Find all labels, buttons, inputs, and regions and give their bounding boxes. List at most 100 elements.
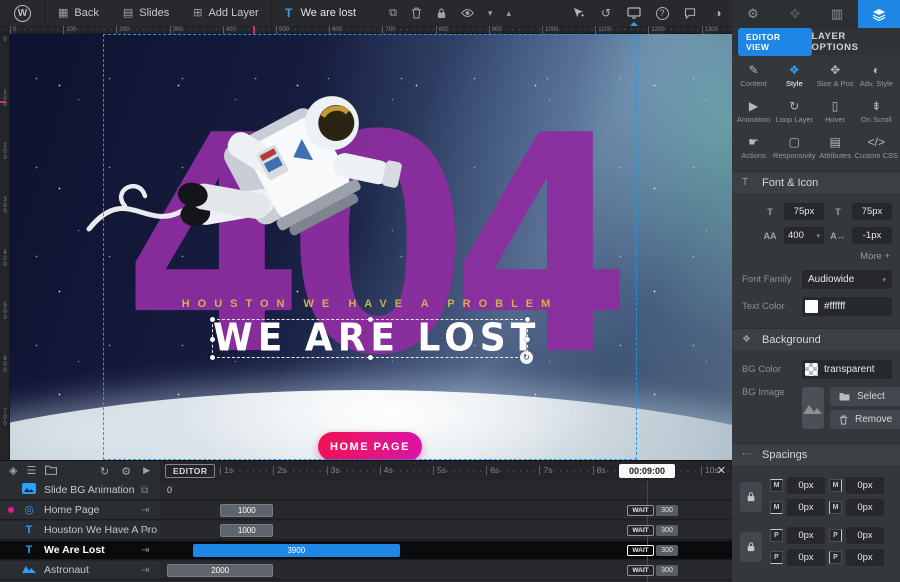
contrast-button[interactable]: ◑ — [704, 0, 732, 26]
bg-image-remove-button[interactable]: Remove — [830, 410, 900, 429]
spacings-section-header[interactable]: ⋯ Spacings — [732, 443, 900, 465]
duration-bar[interactable]: 2000 — [167, 564, 273, 577]
tab-style[interactable]: ❖Style — [773, 61, 816, 91]
timeline-close-icon[interactable]: ✕ — [717, 464, 726, 477]
help-button[interactable]: ? — [648, 0, 676, 26]
timeline-list-icon[interactable]: ☰ — [26, 466, 36, 477]
wait-value[interactable]: 300 — [656, 545, 678, 556]
timeline-ruler[interactable]: EDITOR 00:09:00 10s ✕ 1s2s3s4s5s6s7s8s — [160, 461, 732, 481]
wait-badge[interactable]: WAIT — [627, 565, 654, 576]
timeline-layer-row-houston-we-have-a-pro[interactable]: THouston We Have A Pro⇥1000WAIT300 — [0, 521, 732, 540]
timeline-folder-icon[interactable] — [45, 465, 57, 478]
tab-animation[interactable]: ▶Animation — [734, 97, 773, 127]
vertical-ruler[interactable]: 01 0 02 0 03 0 04 0 05 0 06 0 07 0 0 — [0, 34, 10, 460]
padding-right-input[interactable] — [846, 527, 884, 544]
rotate-handle[interactable]: ↻ — [520, 351, 533, 364]
move-up-button[interactable]: ▴ — [506, 8, 511, 19]
margin-right-input[interactable] — [846, 477, 884, 494]
bg-color-field[interactable]: transparent — [802, 360, 892, 379]
tab-custom-css[interactable]: </>Custom CSS — [855, 133, 898, 163]
font-icon-section-header[interactable]: T Font & Icon — [732, 171, 900, 193]
padding-left-input[interactable] — [846, 549, 884, 566]
resize-handle-nw[interactable] — [210, 317, 215, 322]
more-link[interactable]: More + — [742, 251, 890, 262]
feedback-button[interactable] — [676, 0, 704, 26]
jump-to-end-icon[interactable]: ⇥ — [141, 525, 149, 536]
tab-attributes[interactable]: ▤Attributes — [816, 133, 855, 163]
timeline-layer-row-home-page[interactable]: ◎Home Page⇥1000WAIT300 — [0, 501, 732, 520]
jump-to-end-icon[interactable]: ⇥ — [141, 565, 149, 576]
back-button[interactable]: ▦ Back — [46, 0, 111, 26]
timeline-time-display[interactable]: 00:09:00 — [619, 464, 675, 478]
horizontal-ruler[interactable]: 0100200300400500600700800900100011001200… — [0, 26, 732, 34]
timeline-play-button[interactable]: ▶ — [143, 465, 150, 478]
timeline-editor-button[interactable]: EDITOR — [165, 464, 215, 478]
padding-lock-button[interactable] — [740, 532, 762, 562]
letter-spacing-input[interactable] — [852, 227, 892, 244]
lock-layer-button[interactable] — [436, 7, 447, 19]
select-tool-button[interactable] — [564, 0, 592, 26]
tab-hover[interactable]: ▯Hover — [816, 97, 855, 127]
panel-layout-button[interactable]: ▥ — [816, 0, 858, 28]
duration-bar[interactable]: 1000 — [220, 504, 273, 517]
timeline-loop-icon[interactable]: ↻ — [100, 465, 109, 478]
duration-bar[interactable]: 3900 — [193, 544, 400, 557]
font-weight-select[interactable]: 400 ▾ — [784, 227, 824, 244]
resize-handle-sw[interactable] — [210, 355, 215, 360]
wait-value[interactable]: 300 — [656, 565, 678, 576]
undo-button[interactable]: ↺ — [592, 0, 620, 26]
tab-adv-style[interactable]: ◐Adv. Style — [855, 61, 898, 91]
padding-top-input[interactable] — [787, 527, 825, 544]
tab-size-pos[interactable]: ✥Size & Pos — [816, 61, 855, 91]
resize-handle-s[interactable] — [368, 355, 373, 360]
device-preview-button[interactable] — [620, 0, 648, 26]
wait-badge[interactable]: WAIT — [627, 545, 654, 556]
margin-lock-button[interactable] — [740, 482, 762, 512]
timeline-settings-icon[interactable]: ⚙ — [121, 465, 131, 478]
tab-on-scroll[interactable]: ⇟On Scroll — [855, 97, 898, 127]
font-family-select[interactable]: Audiowide ▾ — [802, 270, 892, 289]
editor-view-button[interactable]: EDITOR VIEW — [738, 28, 812, 56]
move-panel-button[interactable]: ✥ — [774, 0, 816, 28]
tab-actions[interactable]: ☛Actions — [734, 133, 773, 163]
tab-content[interactable]: ✎Content — [734, 61, 773, 91]
tab-responsivity[interactable]: ▢Responsivity — [773, 133, 816, 163]
wait-value[interactable]: 300 — [656, 505, 678, 516]
margin-bottom-input[interactable] — [787, 499, 825, 516]
margin-left-input[interactable] — [846, 499, 884, 516]
add-layer-button[interactable]: ⊞ Add Layer — [181, 0, 270, 26]
timeline-layer-row-slide-bg-animation[interactable]: Slide BG Animation⧉0 — [0, 481, 732, 500]
home-page-button-layer[interactable]: HOME PAGE — [318, 432, 422, 460]
jump-to-end-icon[interactable]: ⇥ — [141, 545, 149, 556]
delete-layer-button[interactable] — [411, 7, 422, 19]
resize-handle-n[interactable] — [368, 317, 373, 322]
houston-text-layer[interactable]: HOUSTON WE HAVE A PROBLEM — [103, 298, 637, 310]
resize-handle-ne[interactable] — [525, 317, 530, 322]
layer-selection-box[interactable]: WE ARE LOST ↻ — [212, 319, 528, 358]
font-size-input[interactable] — [784, 203, 824, 220]
slide-settings-button[interactable]: ⚙ — [732, 0, 774, 28]
wait-value[interactable]: 300 — [656, 525, 678, 536]
slide-canvas[interactable]: 404 HOUSTON WE — [0, 34, 732, 460]
bg-image-select-button[interactable]: Select — [830, 387, 900, 406]
timeline-layer-row-astronaut[interactable]: Astronaut⇥2000WAIT300 — [0, 561, 732, 580]
bg-image-thumbnail[interactable] — [802, 387, 824, 429]
we-are-lost-text-layer[interactable]: WE ARE LOST — [213, 317, 527, 360]
margin-top-input[interactable] — [787, 477, 825, 494]
astronaut-layer[interactable] — [85, 34, 435, 334]
duration-bar[interactable]: 1000 — [220, 524, 273, 537]
timeline-layers-icon[interactable]: ◈ — [9, 466, 17, 477]
duplicate-layer-button[interactable]: ⧉ — [389, 7, 397, 20]
resize-handle-w[interactable] — [210, 337, 215, 342]
text-color-field[interactable]: #ffffff — [802, 297, 892, 316]
visibility-eye-button[interactable] — [461, 8, 474, 18]
wait-badge[interactable]: WAIT — [627, 505, 654, 516]
wordpress-menu[interactable]: W — [0, 0, 46, 26]
jump-to-end-icon[interactable]: ⇥ — [141, 505, 149, 516]
tab-loop-layer[interactable]: ↻Loop Layer — [773, 97, 816, 127]
layers-panel-button[interactable] — [858, 0, 900, 28]
padding-bottom-input[interactable] — [787, 549, 825, 566]
background-section-header[interactable]: ❖ Background — [732, 328, 900, 350]
wait-badge[interactable]: WAIT — [627, 525, 654, 536]
resize-handle-e[interactable] — [525, 337, 530, 342]
